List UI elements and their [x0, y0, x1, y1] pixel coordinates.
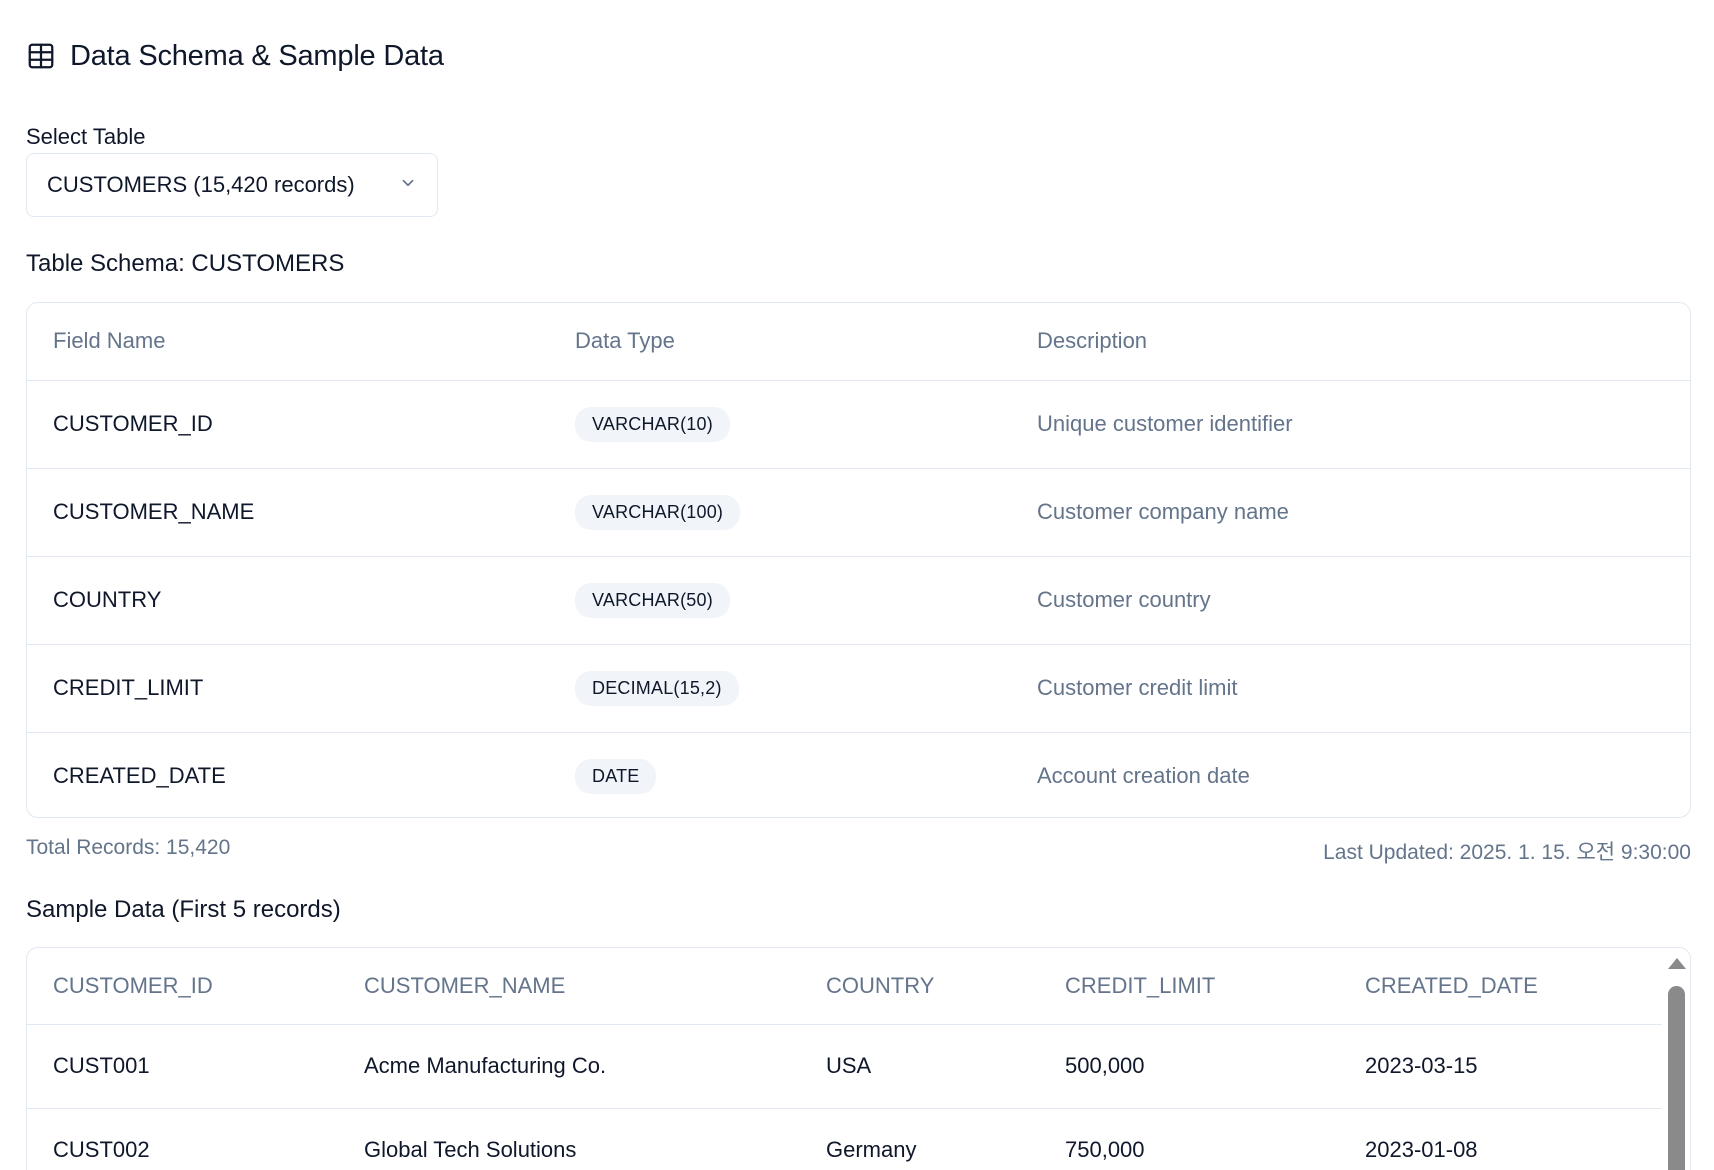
table-row: CUST001 Acme Manufacturing Co. USA 500,0… [27, 1024, 1663, 1108]
schema-row: COUNTRY VARCHAR(50) Customer country [27, 556, 1690, 644]
total-records: Total Records: 15,420 [26, 836, 231, 859]
customer-name-cell: Acme Manufacturing Co. [364, 1053, 607, 1078]
data-type-cell: VARCHAR(10) [549, 380, 1011, 468]
column-header-credit-limit: CREDIT_LIMIT [1065, 972, 1216, 998]
field-name-cell: CREATED_DATE [53, 763, 226, 789]
vertical-scrollbar[interactable] [1662, 948, 1690, 1170]
schema-header-row: Field Name Data Type Description [27, 303, 1690, 380]
schema-row: CREDIT_LIMIT DECIMAL(15,2) Customer cred… [27, 644, 1690, 732]
scrollbar-thumb[interactable] [1668, 986, 1685, 1170]
field-name-cell: COUNTRY [53, 587, 162, 612]
schema-row: CUSTOMER_NAME VARCHAR(100) Customer comp… [27, 468, 1690, 556]
data-type-badge: VARCHAR(10) [575, 406, 730, 442]
field-name-cell: CREDIT_LIMIT [53, 675, 204, 700]
column-header-customer-id: CUSTOMER_ID [53, 972, 213, 998]
customer-name-cell: Global Tech Solutions [364, 1137, 577, 1163]
chevron-down-icon [399, 174, 417, 197]
data-type-cell: DATE [549, 732, 1011, 817]
column-header-customer-name: CUSTOMER_NAME [364, 972, 566, 998]
column-header-field-name: Field Name [53, 328, 166, 354]
field-name-cell: CUSTOMER_NAME [53, 499, 255, 524]
data-type-badge: VARCHAR(100) [575, 494, 741, 530]
column-header-description: Description [1037, 328, 1148, 354]
table-row: CUST002 Global Tech Solutions Germany 75… [27, 1108, 1663, 1170]
sample-data-card: CUSTOMER_ID CUSTOMER_NAME COUNTRY CREDIT… [26, 947, 1691, 1170]
data-type-badge: DECIMAL(15,2) [575, 670, 739, 706]
schema-row: CREATED_DATE DATE Account creation date [27, 732, 1690, 817]
select-table-label: Select Table [26, 124, 146, 149]
table-select[interactable]: CUSTOMERS (15,420 records) [26, 153, 438, 217]
schema-table-card: Field Name Data Type Description CUSTOME… [26, 302, 1691, 818]
sample-header-row: CUSTOMER_ID CUSTOMER_NAME COUNTRY CREDIT… [27, 948, 1663, 1024]
sample-data-table: CUSTOMER_ID CUSTOMER_NAME COUNTRY CREDIT… [27, 948, 1663, 1170]
description-cell: Customer credit limit [1037, 675, 1238, 700]
schema-row: CUSTOMER_ID VARCHAR(10) Unique customer … [27, 380, 1690, 468]
page-header: Data Schema & Sample Data [26, 36, 444, 76]
table-icon [26, 41, 56, 71]
column-header-country: COUNTRY [826, 972, 935, 998]
country-cell: USA [826, 1053, 872, 1078]
page-title: Data Schema & Sample Data [70, 39, 444, 72]
data-type-badge: DATE [575, 758, 657, 794]
description-cell: Customer country [1037, 587, 1211, 612]
sample-table-scroll-area[interactable]: CUSTOMER_ID CUSTOMER_NAME COUNTRY CREDIT… [27, 948, 1663, 1170]
scroll-up-arrow-icon[interactable] [1668, 958, 1686, 969]
data-type-cell: VARCHAR(100) [549, 468, 1011, 556]
customer-id-cell: CUST002 [53, 1137, 150, 1163]
data-type-cell: DECIMAL(15,2) [549, 644, 1011, 732]
description-cell: Unique customer identifier [1037, 411, 1293, 436]
schema-title: Table Schema: CUSTOMERS [26, 250, 345, 277]
table-select-value: CUSTOMERS (15,420 records) [47, 172, 355, 197]
data-type-badge: VARCHAR(50) [575, 582, 730, 618]
country-cell: Germany [826, 1137, 917, 1163]
created-date-cell: 2023-01-08 [1365, 1137, 1478, 1163]
field-name-cell: CUSTOMER_ID [53, 411, 213, 436]
credit-limit-cell: 750,000 [1065, 1137, 1145, 1163]
column-header-created-date: CREATED_DATE [1365, 972, 1538, 998]
credit-limit-cell: 500,000 [1065, 1053, 1145, 1078]
data-type-cell: VARCHAR(50) [549, 556, 1011, 644]
column-header-data-type: Data Type [575, 328, 675, 354]
description-cell: Account creation date [1037, 763, 1250, 789]
sample-data-title: Sample Data (First 5 records) [26, 896, 341, 923]
customer-id-cell: CUST001 [53, 1053, 150, 1078]
created-date-cell: 2023-03-15 [1365, 1053, 1478, 1078]
last-updated: Last Updated: 2025. 1. 15. 오전 9:30:00 [1323, 841, 1691, 864]
description-cell: Customer company name [1037, 499, 1289, 524]
schema-footer: Total Records: 15,420 Last Updated: 2025… [26, 836, 1691, 866]
schema-table: Field Name Data Type Description CUSTOME… [27, 303, 1690, 817]
